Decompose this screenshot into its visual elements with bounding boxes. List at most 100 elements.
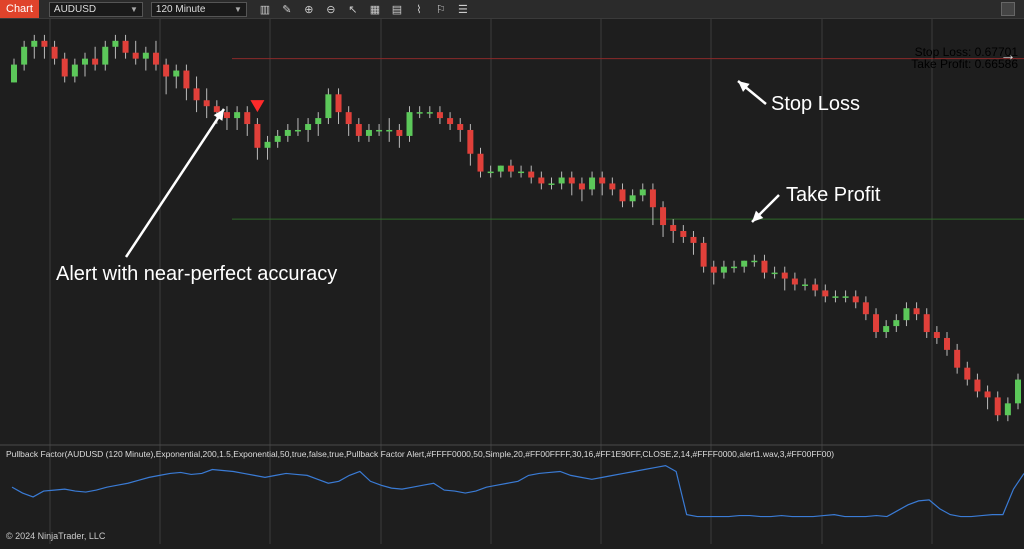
candle-body (183, 70, 190, 89)
data-box-icon[interactable]: ▤ (389, 3, 405, 16)
candle-body (589, 177, 596, 190)
candle-body (619, 189, 626, 202)
candle-body (751, 260, 758, 263)
candle-body (112, 40, 119, 47)
candle-body (61, 58, 68, 77)
candle-body (447, 118, 454, 125)
indicator-label: Pullback Factor(AUDUSD (120 Minute),Expo… (6, 449, 835, 459)
candle-body (355, 124, 362, 136)
strategy-icon[interactable]: ⌇ (411, 3, 427, 16)
candle-body (477, 153, 484, 172)
candle-body (203, 100, 210, 107)
price-chart[interactable]: → Stop Loss: 0.67701 Take Profit: 0.6658… (0, 19, 1024, 544)
chart-properties-icon[interactable]: ▦ (367, 3, 383, 16)
take-profit-label: Take Profit: 0.66586 (911, 57, 1018, 71)
candle-body (690, 236, 697, 243)
candle-body (274, 135, 281, 142)
candle-body (802, 284, 809, 286)
pencil-icon[interactable]: ✎ (279, 3, 295, 16)
candle-body (193, 88, 200, 101)
copyright-text: © 2024 NinjaTrader, LLC (6, 531, 106, 541)
candle-body (142, 52, 149, 59)
chart-toolbar: Chart AUDUSD ▼ 120 Minute ▼ ▥ ✎ ⊕ ⊖ ↖ ▦ ▤ ⌇ ⚐ ☰ (0, 0, 1024, 19)
candle-body (741, 260, 748, 267)
candle-body (720, 266, 727, 273)
candle-body (812, 284, 819, 291)
candle-body (578, 183, 585, 190)
candle-body (629, 195, 636, 202)
candle-body (325, 94, 332, 119)
candle-body (234, 112, 241, 119)
candle-body (842, 296, 849, 298)
candle-body (923, 314, 930, 333)
candle-body (507, 165, 514, 172)
candle-body (558, 177, 565, 184)
candle-body (518, 171, 525, 174)
chart-window: Chart AUDUSD ▼ 120 Minute ▼ ▥ ✎ ⊕ ⊖ ↖ ▦ ▤ ⌇ ⚐ ☰ →… (0, 0, 1024, 544)
alert-arrow-icon (124, 108, 226, 258)
candle-body (345, 112, 352, 125)
candle-body (710, 266, 717, 273)
alert-annotation: Alert with near-perfect accuracy (56, 263, 338, 285)
candle-body (974, 379, 981, 392)
instrument-selector[interactable]: AUDUSD ▼ (48, 1, 143, 17)
candle-body (81, 58, 88, 65)
candle-body (862, 302, 869, 315)
candle-body (294, 129, 301, 132)
restore-window-button[interactable] (1001, 2, 1015, 16)
candle-body (497, 165, 504, 172)
chevron-down-icon: ▼ (129, 4, 138, 14)
interval-selector[interactable]: 120 Minute ▼ (150, 1, 247, 17)
candle-body (102, 46, 109, 65)
interval-value: 120 Minute (155, 3, 206, 15)
list-icon[interactable]: ☰ (455, 3, 471, 16)
candle-body (832, 296, 839, 298)
candle-body (731, 266, 738, 269)
candle-body (305, 124, 312, 130)
candle-body (223, 112, 230, 119)
stop-loss-annotation: Stop Loss (771, 93, 860, 115)
candle-body (700, 242, 707, 267)
candle-body (487, 171, 494, 174)
instrument-value: AUDUSD (53, 3, 97, 15)
candle-body (822, 290, 829, 297)
bars-icon[interactable]: ▥ (257, 3, 273, 16)
candle-body (639, 189, 646, 196)
candle-body (173, 70, 180, 77)
candle-body (396, 129, 403, 136)
zoom-in-icon[interactable]: ⊕ (301, 3, 317, 16)
alert-icon[interactable]: ⚐ (433, 3, 449, 16)
zoom-out-icon[interactable]: ⊖ (323, 3, 339, 16)
candle-body (538, 177, 545, 184)
candle-body (528, 171, 535, 178)
candle-body (436, 112, 443, 119)
candle-body (457, 124, 464, 130)
candle-body (244, 112, 251, 125)
candle-body (791, 278, 798, 285)
candle-body (152, 52, 159, 65)
candle-body (406, 112, 413, 136)
candle-body (994, 397, 1001, 416)
chevron-down-icon: ▼ (233, 4, 242, 14)
candle-body (771, 272, 778, 275)
candle-body (71, 64, 78, 77)
cursor-icon[interactable]: ↖ (345, 3, 361, 16)
candle-body (761, 260, 768, 273)
candle-body (365, 129, 372, 136)
chart-tab[interactable]: Chart (0, 0, 39, 18)
alert-triangle-icon (250, 100, 265, 113)
candle-body (984, 391, 991, 398)
candle-body (548, 183, 555, 185)
candle-body (883, 326, 890, 333)
candle-body (873, 314, 880, 333)
candle-body (132, 52, 139, 59)
candle-body (31, 40, 38, 47)
candle-body (376, 129, 383, 132)
candle-body (903, 308, 910, 321)
candle-body (568, 177, 575, 184)
candle-body (284, 129, 291, 136)
candle-body (335, 94, 342, 113)
candle-body (964, 367, 971, 380)
candle-body (781, 272, 788, 279)
candle-body (41, 40, 48, 47)
